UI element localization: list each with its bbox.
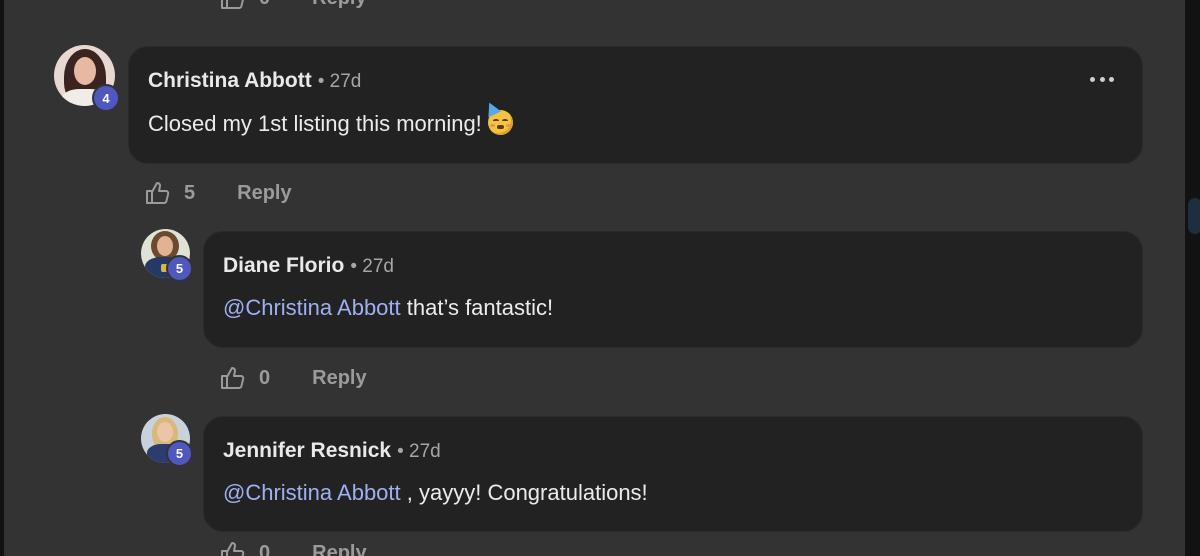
comment-thread-screen: 0 Reply 4 Christina Abbott • 27d Closed … bbox=[0, 0, 1200, 556]
comment-actions: 5 Reply bbox=[144, 180, 292, 206]
level-badge: 4 bbox=[92, 84, 120, 112]
comment-text: @Christina Abbott that’s fantastic! bbox=[223, 295, 554, 320]
comment-author[interactable]: Christina Abbott bbox=[148, 69, 312, 93]
reply-bubble: Diane Florio • 27d @Christina Abbott tha… bbox=[203, 231, 1143, 348]
reply-button[interactable]: Reply bbox=[237, 182, 291, 205]
mention-link[interactable]: @Christina Abbott bbox=[223, 480, 401, 505]
comment-age: • 27d bbox=[317, 71, 362, 92]
comment-age: • 27d bbox=[350, 256, 394, 277]
thumbs-up-icon[interactable] bbox=[219, 540, 245, 556]
level-badge: 5 bbox=[166, 440, 193, 467]
comment-text: @Christina Abbott , yayyy! Congratulatio… bbox=[223, 480, 648, 505]
like-count: 0 bbox=[259, 366, 271, 389]
side-widget bbox=[1188, 198, 1200, 234]
comment-author[interactable]: Jennifer Resnick bbox=[223, 439, 391, 463]
like-count: 5 bbox=[184, 181, 196, 204]
reply-button[interactable]: Reply bbox=[312, 542, 366, 556]
comment-author[interactable]: Diane Florio bbox=[223, 254, 344, 278]
like-count: 0 bbox=[259, 0, 270, 10]
thumbs-up-icon[interactable] bbox=[144, 180, 170, 206]
reply-button[interactable]: Reply bbox=[312, 0, 366, 10]
right-edge-strip bbox=[1185, 0, 1200, 556]
previous-comment-actions: 0 Reply bbox=[219, 0, 367, 11]
reply-actions: 0 Reply bbox=[219, 365, 367, 391]
like-count: 0 bbox=[259, 541, 271, 556]
comment-age: • 27d bbox=[397, 441, 441, 462]
reply-bubble: Jennifer Resnick • 27d @Christina Abbott… bbox=[203, 416, 1143, 532]
level-badge: 5 bbox=[166, 255, 193, 282]
comment-text: Closed my 1st listing this morning! bbox=[148, 99, 513, 137]
mention-link[interactable]: @Christina Abbott bbox=[223, 295, 401, 320]
comment-bubble: Christina Abbott • 27d Closed my 1st lis… bbox=[128, 46, 1143, 164]
partying-face-icon bbox=[482, 99, 513, 135]
reply-button[interactable]: Reply bbox=[312, 367, 366, 390]
reply-actions: 0 Reply bbox=[219, 540, 367, 556]
more-options-icon[interactable] bbox=[1090, 73, 1114, 85]
thumbs-up-icon[interactable] bbox=[219, 365, 245, 391]
thumbs-up-icon[interactable] bbox=[219, 0, 245, 11]
comments-panel: 0 Reply 4 Christina Abbott • 27d Closed … bbox=[4, 0, 1185, 556]
